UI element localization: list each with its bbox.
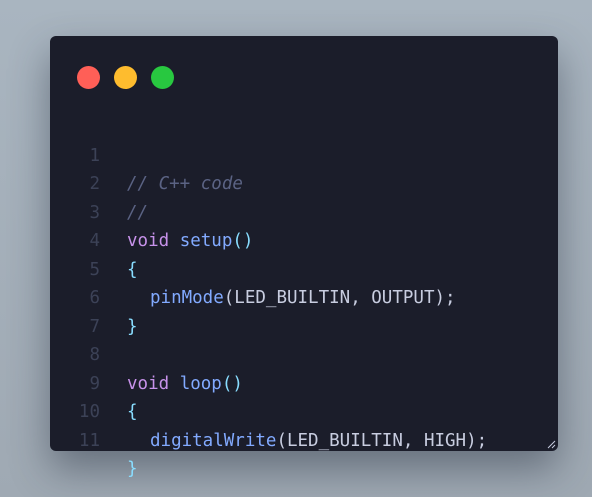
line-number: 11 [78,430,100,451]
code-line: 1 // C++ code [50,113,558,195]
code-line: 11 } [50,398,558,480]
code-line: 10 digitalWrite(LED_BUILTIN, HIGH); [50,370,558,451]
window-controls [77,66,174,89]
close-button[interactable] [77,66,100,89]
code-block: 1 // C++ code 2 // 3 void setup() 4 { 5 … [50,113,558,480]
code-window: 1 // C++ code 2 // 3 void setup() 4 { 5 … [50,36,558,480]
code-line: 7 [50,284,558,337]
code-line: 8 void loop() [50,313,558,394]
code-line: 4 { [50,199,558,280]
code-brace: } [127,459,138,479]
maximize-button[interactable] [151,66,174,89]
minimize-button[interactable] [114,66,137,89]
code-line: 6 } [50,256,558,337]
code-function-call: digitalWrite [150,430,277,451]
code-line: 9 { [50,341,558,423]
resize-handle-icon[interactable] [546,439,556,449]
code-line: 2 // [50,142,558,223]
code-arguments: (LED_BUILTIN, HIGH); [276,430,488,451]
code-line: 5 pinMode(LED_BUILTIN, OUTPUT); [50,227,558,309]
code-line: 3 void setup() [50,170,558,252]
